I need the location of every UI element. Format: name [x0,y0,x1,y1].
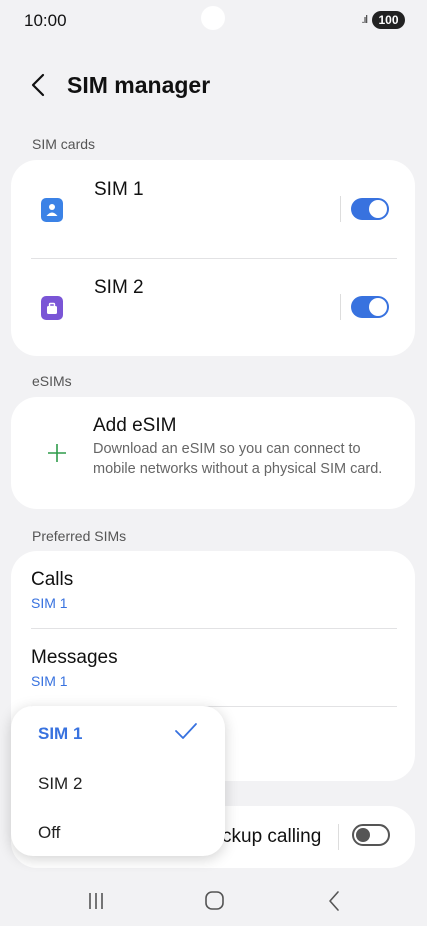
status-time: 10:00 [24,11,67,30]
recents-icon [89,893,103,909]
sim-2-row[interactable]: SIM 2 [11,259,415,355]
divider-vertical [340,196,341,222]
sim-select-dropdown: SIM 1 SIM 2 Off [11,706,225,856]
battery-icon: 100 [372,11,405,29]
add-esim-title: Add eSIM [93,415,177,436]
sim-1-row[interactable]: SIM 1 [11,160,415,256]
dropdown-option-label: SIM 2 [38,774,83,793]
messages-value: SIM 1 [31,673,68,689]
navigation-bar [0,876,427,926]
sim-1-icon [41,198,63,222]
home-button[interactable] [194,884,234,918]
dropdown-option-sim-2[interactable]: SIM 2 [11,760,225,806]
section-label-preferred-sims: Preferred SIMs [32,528,127,544]
back-nav-button[interactable] [314,884,354,918]
calls-item[interactable]: Calls SIM 1 [11,551,415,628]
calls-value: SIM 1 [31,595,68,611]
add-esim-item[interactable]: Add eSIM Download an eSIM so you can con… [11,397,415,509]
divider-vertical [340,294,341,320]
divider-vertical [338,824,339,850]
status-bar: 10:00 .ıl 100 [0,0,427,44]
front-camera [201,6,225,30]
signal-icon: .ıl [361,14,367,26]
plus-icon [45,439,69,473]
calls-title: Calls [31,569,74,590]
messages-item[interactable]: Messages SIM 1 [11,629,415,706]
sim-1-toggle[interactable] [351,198,389,220]
page-title: SIM manager [67,72,211,98]
add-esim-description: Download an eSIM so you can connect to m… [93,441,383,477]
back-icon [329,891,339,911]
backup-calling-toggle[interactable] [352,824,390,846]
check-icon [175,723,197,739]
chevron-left-icon [31,73,45,97]
sim-2-label: SIM 2 [94,277,144,298]
sim-2-toggle[interactable] [351,296,389,318]
back-button[interactable] [24,70,54,100]
dropdown-option-off[interactable]: Off [11,810,225,856]
sim-cards-card: SIM 1 SIM 2 [11,160,415,356]
recent-apps-button[interactable] [76,884,116,918]
section-label-esims: eSIMs [32,373,72,389]
home-icon [205,891,224,910]
backup-calling-label: ckup calling [222,826,322,847]
section-label-sim-cards: SIM cards [32,136,96,152]
sim-1-label: SIM 1 [94,179,144,200]
dropdown-option-sim-1[interactable]: SIM 1 [11,710,225,756]
sim-2-icon [41,296,63,320]
dropdown-option-label: Off [38,823,61,842]
dropdown-option-label: SIM 1 [38,724,83,743]
messages-title: Messages [31,647,118,668]
app-header: SIM manager [0,64,427,108]
